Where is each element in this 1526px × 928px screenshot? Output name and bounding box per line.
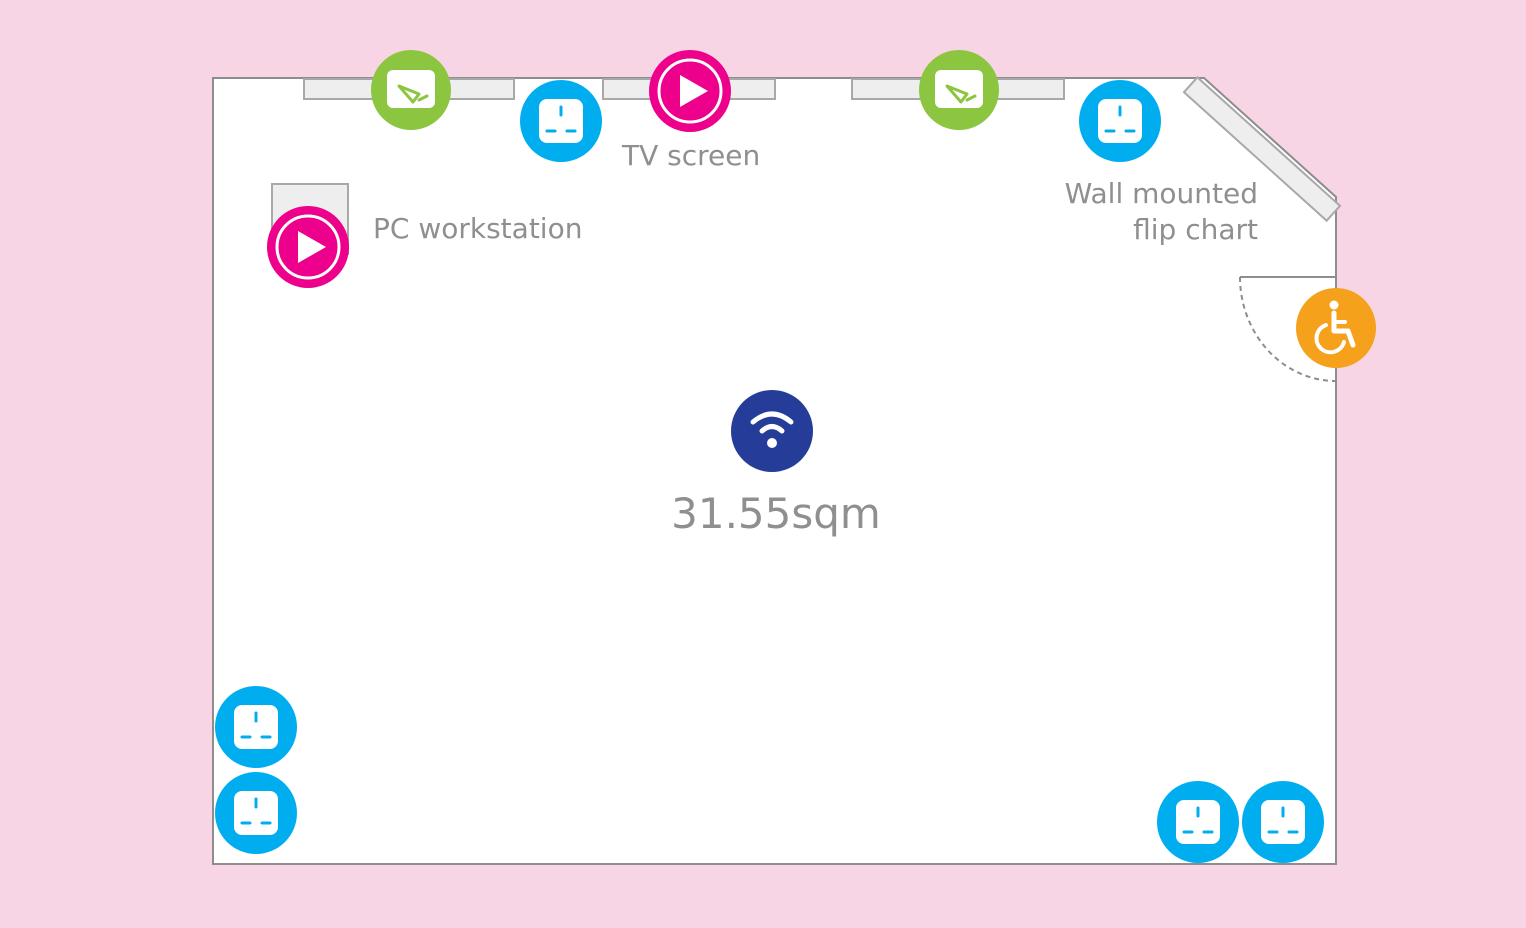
- tv-screen-label: TV screen: [622, 139, 761, 172]
- power-socket-icon: [1240, 779, 1326, 865]
- power-socket-icon: [518, 78, 604, 164]
- av-play-icon: [647, 48, 733, 134]
- flip-chart-label: Wall mounted flip chart: [1050, 176, 1258, 248]
- power-socket-icon: [213, 684, 299, 770]
- wheelchair-icon: [1296, 288, 1376, 368]
- flip-chart-label-line1: Wall mounted: [1064, 177, 1258, 210]
- wifi-icon: [731, 390, 813, 472]
- whiteboard-icon: [917, 48, 1001, 132]
- floor-plan-svg: [0, 0, 1526, 928]
- room-area-label: 31.55sqm: [671, 489, 881, 538]
- pc-workstation-label: PC workstation: [373, 212, 583, 245]
- power-socket-icon: [1155, 779, 1241, 865]
- whiteboard-icon: [369, 48, 453, 132]
- power-socket-icon: [1077, 78, 1163, 164]
- flip-chart-label-line2: flip chart: [1133, 213, 1258, 246]
- power-socket-icon: [213, 770, 299, 856]
- av-play-icon: [265, 204, 351, 290]
- floor-plan: PC workstation TV screen Wall mounted fl…: [0, 0, 1526, 928]
